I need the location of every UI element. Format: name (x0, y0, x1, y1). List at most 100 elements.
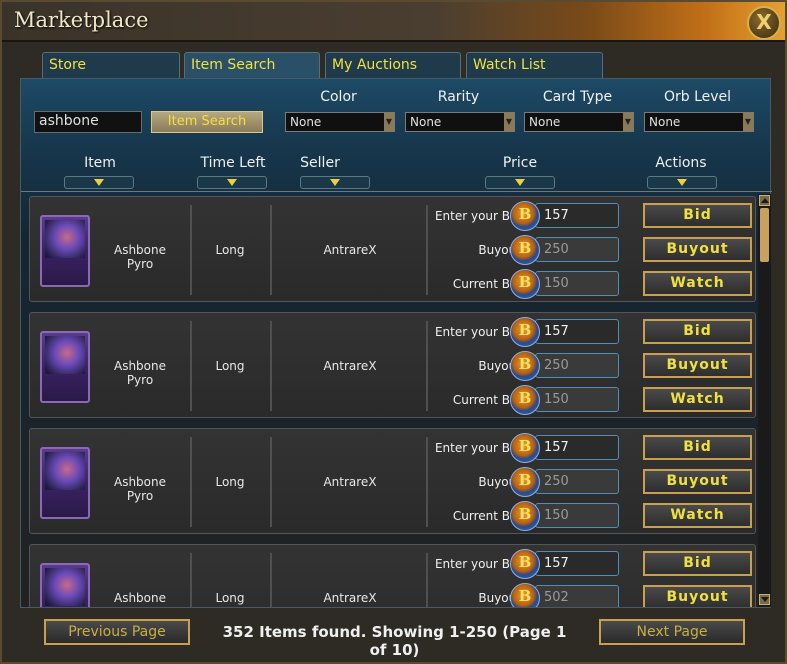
scroll-down-icon[interactable] (759, 594, 770, 605)
sort-price-icon[interactable] (485, 176, 555, 189)
results-status: 352 Items found. Showing 1-250 (Page 1 o… (222, 623, 567, 659)
seller-name: AntrareX (323, 475, 377, 489)
card-art (45, 220, 85, 258)
row-divider (426, 553, 428, 607)
buyout-button[interactable]: Buyout (643, 585, 752, 607)
sort-seller-icon[interactable] (300, 176, 370, 189)
auction-list: Ashbone Pyro Long AntrareX Enter your Bi… (21, 194, 759, 607)
row-divider (270, 437, 272, 527)
filter-orb-level-select[interactable]: None ▼ (644, 112, 754, 132)
card-thumbnail[interactable] (40, 563, 90, 607)
time-left: Long (215, 359, 245, 373)
bid-button[interactable]: Bid (643, 203, 752, 228)
sort-item-icon[interactable] (64, 176, 134, 189)
card-thumbnail[interactable] (40, 331, 90, 403)
buyout-button[interactable]: Buyout (643, 469, 752, 494)
column-header-item: Item (84, 155, 116, 171)
filter-rarity-value: None (410, 115, 442, 129)
current-bid-value: 150 (535, 387, 619, 412)
seller-name: AntrareX (323, 359, 377, 373)
bid-input[interactable]: 157 (535, 319, 619, 344)
watch-button[interactable]: Watch (643, 271, 752, 296)
gold-coin-icon (510, 583, 540, 607)
bid-input[interactable]: 157 (535, 551, 619, 576)
filter-orb-level-value: None (649, 115, 681, 129)
tab-item-search[interactable]: Item Search (184, 52, 320, 80)
bid-button[interactable]: Bid (643, 551, 752, 576)
column-header-price: Price (502, 155, 538, 171)
row-divider (190, 553, 192, 607)
row-divider (426, 437, 428, 527)
tab-my-auctions[interactable]: My Auctions (325, 52, 461, 78)
marketplace-window: Marketplace X Store Item Search My Aucti… (0, 0, 787, 664)
next-page-button[interactable]: Next Page (599, 619, 745, 645)
auction-row: Ashbone Pyro Long AntrareX Enter your Bi… (29, 312, 756, 418)
bid-button[interactable]: Bid (643, 435, 752, 460)
item-name: Ashbone Pyro (113, 359, 166, 387)
item-name: Ashbone Pyro (113, 475, 166, 503)
filter-rarity-label: Rarity (437, 89, 480, 105)
time-left: Long (215, 243, 245, 257)
card-art (45, 336, 85, 374)
row-divider (270, 321, 272, 411)
gold-coin-icon (510, 317, 540, 347)
bid-input[interactable]: 157 (535, 203, 619, 228)
column-header-time-left: Time Left (200, 155, 266, 171)
row-divider (190, 205, 192, 295)
previous-page-button[interactable]: Previous Page (44, 619, 190, 645)
column-header-seller: Seller (300, 155, 340, 171)
card-art (45, 452, 85, 490)
card-art (45, 568, 85, 606)
scroll-thumb[interactable] (760, 208, 769, 262)
tab-watch-list[interactable]: Watch List (466, 52, 603, 78)
gold-coin-icon (510, 385, 540, 415)
close-icon[interactable]: X (747, 6, 781, 40)
card-thumbnail[interactable] (40, 447, 90, 519)
watch-button[interactable]: Watch (643, 387, 752, 412)
filter-orb-level-label: Orb Level (663, 89, 732, 105)
filter-color-select[interactable]: None ▼ (285, 112, 395, 132)
current-bid-value: 150 (535, 271, 619, 296)
seller-name: AntrareX (323, 591, 377, 605)
search-panel: ashbone Item Search Color Rarity Card Ty… (20, 78, 772, 608)
row-divider (426, 321, 428, 411)
sort-actions-icon[interactable] (647, 176, 717, 189)
time-left: Long (215, 591, 245, 605)
list-scrollbar[interactable] (758, 194, 771, 607)
card-thumbnail[interactable] (40, 215, 90, 287)
buyout-button[interactable]: Buyout (643, 353, 752, 378)
row-divider (190, 321, 192, 411)
bid-input[interactable]: 157 (535, 435, 619, 460)
scroll-up-icon[interactable] (759, 195, 770, 206)
chevron-down-icon: ▼ (743, 113, 753, 131)
filter-card-type-value: None (529, 115, 561, 129)
gold-coin-icon (510, 201, 540, 231)
gold-coin-icon (510, 433, 540, 463)
auction-row: Ashbone Pyro Long AntrareX Enter your Bi… (29, 196, 756, 302)
buyout-value: 250 (535, 353, 619, 378)
sort-time-left-icon[interactable] (197, 176, 267, 189)
header-divider (21, 191, 772, 192)
gold-coin-icon (510, 235, 540, 265)
filter-card-type-label: Card Type (542, 89, 613, 105)
filter-color-value: None (290, 115, 322, 129)
search-input[interactable]: ashbone (34, 111, 142, 133)
title-bar: Marketplace X (2, 2, 785, 42)
current-bid-value: 150 (535, 503, 619, 528)
bid-button[interactable]: Bid (643, 319, 752, 344)
row-divider (270, 553, 272, 607)
window-title: Marketplace (14, 8, 149, 32)
tab-store[interactable]: Store (42, 52, 180, 78)
chevron-down-icon: ▼ (623, 113, 633, 131)
row-divider (270, 205, 272, 295)
item-search-button[interactable]: Item Search (151, 111, 263, 133)
buyout-button[interactable]: Buyout (643, 237, 752, 262)
buyout-value: 250 (535, 469, 619, 494)
gold-coin-icon (510, 501, 540, 531)
filter-color-label: Color (320, 89, 357, 105)
watch-button[interactable]: Watch (643, 503, 752, 528)
chevron-down-icon: ▼ (384, 113, 394, 131)
filter-rarity-select[interactable]: None ▼ (405, 112, 515, 132)
gold-coin-icon (510, 549, 540, 579)
filter-card-type-select[interactable]: None ▼ (524, 112, 634, 132)
